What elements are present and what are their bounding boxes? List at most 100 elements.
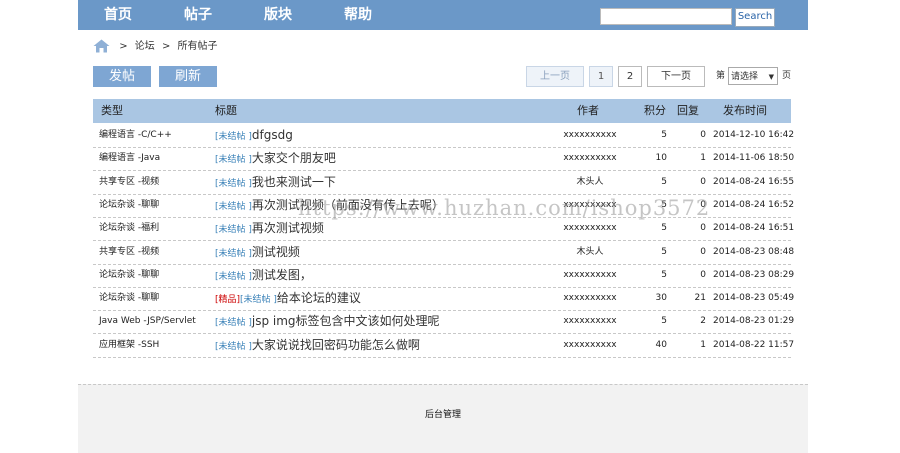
row-author[interactable]: xxxxxxxxxx	[560, 147, 620, 170]
row-reply: 0	[700, 246, 706, 257]
row-title-link[interactable]: 我也来测试一下	[252, 175, 336, 189]
page-select-value: 请选择	[731, 72, 759, 82]
nav-posts[interactable]: 帖子	[184, 0, 212, 30]
jump-prefix: 第	[716, 71, 726, 81]
top-nav: 首页 帖子 版块 帮助 Search	[78, 0, 808, 30]
row-author[interactable]: 木头人	[560, 241, 620, 264]
breadcrumb-separator: >	[119, 41, 128, 52]
unresolved-badge: [未结帖 ]	[215, 178, 252, 189]
row-title-cell: [未结帖 ]大家说说找回密码功能怎么做啊	[215, 334, 420, 359]
header-score: 积分	[644, 104, 666, 117]
unresolved-badge: [未结帖 ]	[215, 155, 252, 166]
refresh-button[interactable]: 刷新	[159, 66, 217, 87]
prev-page-button[interactable]: 上一页	[526, 66, 584, 87]
row-title-cell: [未结帖 ]dfgsdg	[215, 124, 293, 149]
row-title-link[interactable]: 再次测试视频	[252, 221, 324, 235]
row-date: 2014-08-23 01:29	[713, 316, 795, 327]
row-author[interactable]: xxxxxxxxxx	[560, 287, 620, 310]
row-date: 2014-08-24 16:55	[713, 176, 795, 187]
table-row: 论坛杂谈 -聊聊 [精品][未结帖 ]给本论坛的建议 xxxxxxxxxx 30 21 2…	[93, 287, 795, 312]
table-row: 应用框架 -SSH [未结帖 ]大家说说找回密码功能怎么做啊 xxxxxxxxxx 4…	[93, 334, 794, 359]
row-title-link[interactable]: 大家交个朋友吧	[252, 151, 336, 165]
row-score: 10	[655, 153, 667, 164]
row-type[interactable]: 论坛杂谈 -福利	[99, 217, 159, 240]
unresolved-badge: [未结帖 ]	[215, 341, 252, 352]
home-icon[interactable]	[93, 39, 110, 53]
row-title-cell: [未结帖 ]再次测试视频	[215, 217, 324, 242]
row-author[interactable]: xxxxxxxxxx	[560, 124, 620, 147]
header-author: 作者	[577, 104, 599, 117]
row-date: 2014-08-23 08:48	[713, 246, 795, 257]
row-title-link[interactable]: jsp img标签包含中文该如何处理呢	[252, 314, 440, 328]
row-author[interactable]: xxxxxxxxxx	[560, 217, 620, 240]
breadcrumb-forum[interactable]: 论坛	[135, 41, 155, 52]
row-title-cell: [未结帖 ]我也来测试一下	[215, 171, 336, 196]
header-reply: 回复	[677, 104, 699, 117]
row-author[interactable]: xxxxxxxxxx	[560, 264, 620, 287]
table-row: 共享专区 -视频 [未结帖 ]测试视频 木头人 5 0 2014-08-23 08:48	[93, 241, 795, 265]
row-title-cell: [未结帖 ]大家交个朋友吧	[215, 147, 336, 172]
page-2-button[interactable]: 2	[618, 66, 642, 87]
row-type[interactable]: 编程语言 -Java	[99, 147, 160, 170]
row-type[interactable]: 共享专区 -视频	[99, 171, 159, 194]
row-type[interactable]: 应用框架 -SSH	[99, 334, 159, 357]
next-page-button[interactable]: 下一页	[647, 66, 705, 87]
row-score: 5	[661, 130, 667, 140]
row-type[interactable]: 论坛杂谈 -聊聊	[99, 194, 159, 217]
nav-boards[interactable]: 版块	[264, 0, 292, 30]
unresolved-badge: [未结帖 ]	[215, 248, 252, 259]
row-type[interactable]: 论坛杂谈 -聊聊	[99, 264, 159, 287]
nav-home[interactable]: 首页	[104, 0, 132, 30]
row-score: 5	[661, 316, 667, 327]
row-title-cell: [未结帖 ]jsp img标签包含中文该如何处理呢	[215, 310, 440, 335]
chevron-down-icon: ▼	[768, 73, 774, 81]
row-date: 2014-11-06 18:50	[713, 153, 795, 164]
row-score: 5	[661, 269, 667, 280]
row-type[interactable]: 共享专区 -视频	[99, 241, 159, 264]
unresolved-badge: [未结帖 ]	[215, 271, 252, 282]
row-title-link[interactable]: 测试发图，	[252, 268, 312, 282]
row-date: 2014-12-10 16:42	[713, 130, 795, 140]
unresolved-badge: [未结帖 ]	[240, 295, 277, 306]
row-reply: 21	[694, 293, 706, 304]
row-reply: 0	[700, 176, 706, 187]
unresolved-badge: [未结帖 ]	[215, 225, 252, 236]
row-author[interactable]: xxxxxxxxxx	[560, 334, 620, 357]
row-reply: 0	[700, 130, 706, 140]
row-type[interactable]: 编程语言 -C/C++	[99, 124, 172, 147]
row-title-link[interactable]: dfgsdg	[252, 128, 293, 142]
table-row: Java Web -JSP/Servlet [未结帖 ]jsp img标签包含中文…	[93, 310, 795, 335]
new-post-button[interactable]: 发帖	[93, 66, 151, 87]
header-title: 标题	[215, 104, 237, 117]
row-title-link[interactable]: 给本论坛的建议	[277, 291, 361, 305]
search-button[interactable]: Search	[735, 8, 775, 27]
row-title-link[interactable]: 测试视频	[252, 245, 300, 259]
search-input[interactable]	[600, 8, 732, 25]
table-row: 论坛杂谈 -福利 [未结帖 ]再次测试视频 xxxxxxxxxx 5 0 2014-08-…	[93, 217, 794, 242]
row-author[interactable]: 木头人	[560, 171, 620, 194]
admin-link[interactable]: 后台管理	[78, 407, 808, 420]
row-type[interactable]: 论坛杂谈 -聊聊	[99, 287, 159, 310]
row-date: 2014-08-23 05:49	[713, 293, 795, 304]
row-score: 40	[655, 339, 667, 350]
table-row: 编程语言 -C/C++ [未结帖 ]dfgsdg xxxxxxxxxx 5 0 2014-…	[93, 124, 795, 149]
page-select[interactable]: 请选择 ▼	[728, 67, 778, 85]
row-title-cell: [未结帖 ]测试发图，	[215, 264, 312, 289]
unresolved-badge: [未结帖 ]	[215, 318, 252, 329]
header-date: 发布时间	[723, 104, 767, 117]
breadcrumb-all-posts: 所有帖子	[177, 41, 218, 52]
page-1-button[interactable]: 1	[589, 66, 613, 87]
row-author[interactable]: xxxxxxxxxx	[560, 310, 620, 333]
row-date: 2014-08-24 16:52	[713, 199, 795, 210]
featured-badge: [精品]	[215, 295, 241, 306]
row-reply: 1	[700, 153, 706, 164]
row-score: 5	[661, 176, 667, 187]
unresolved-badge: [未结帖 ]	[215, 132, 252, 142]
row-type[interactable]: Java Web -JSP/Servlet	[99, 310, 196, 333]
row-score: 30	[655, 293, 667, 304]
table-row: 论坛杂谈 -聊聊 [未结帖 ]测试发图， xxxxxxxxxx 5 0 2014-08-2…	[93, 264, 794, 289]
row-reply: 0	[700, 269, 706, 280]
table-header: 类型 标题 作者 积分 回复 发布时间	[93, 99, 791, 123]
row-title-link[interactable]: 大家说说找回密码功能怎么做啊	[252, 338, 420, 352]
nav-help[interactable]: 帮助	[344, 0, 372, 30]
